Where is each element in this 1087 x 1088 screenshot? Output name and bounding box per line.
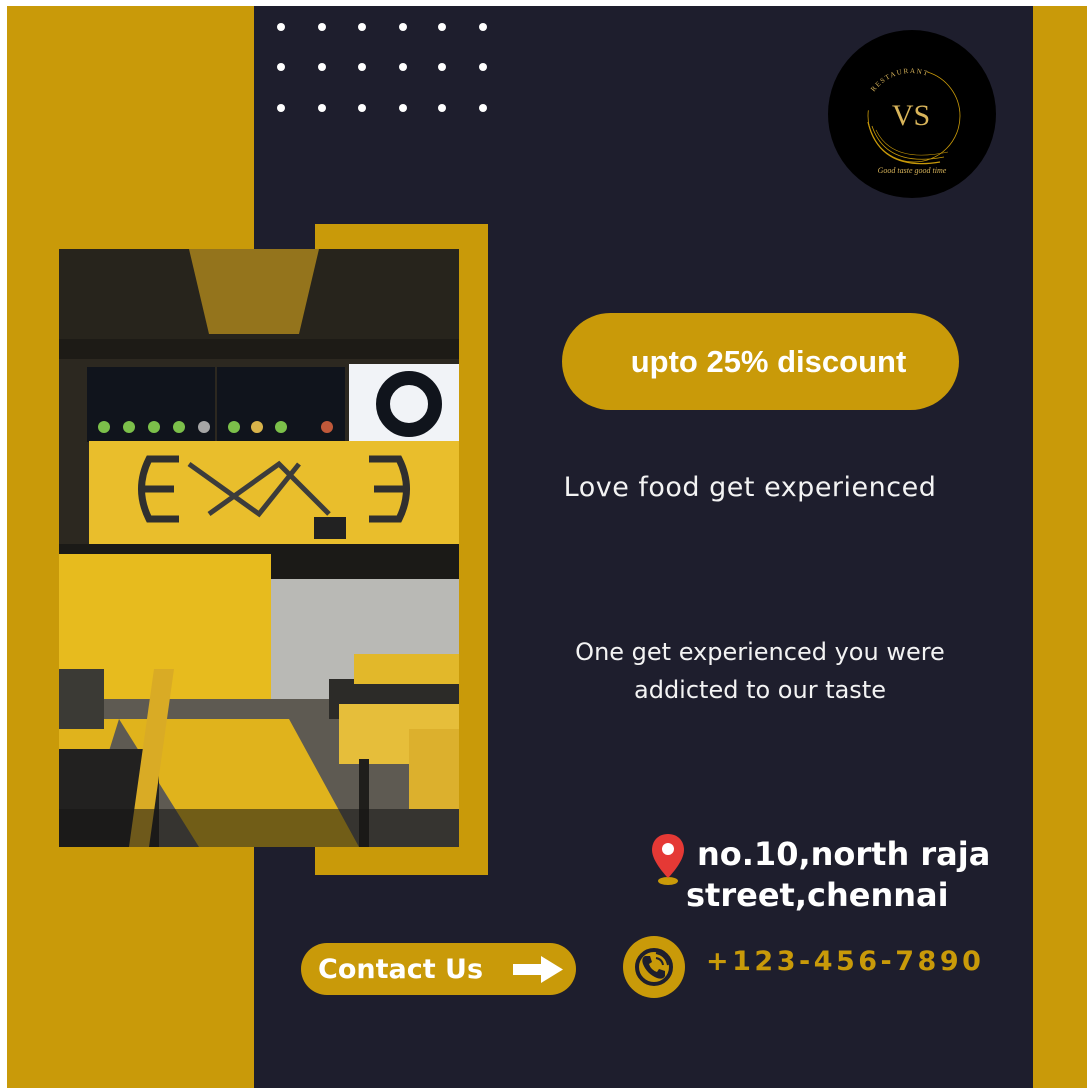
decorative-dot-grid: [272, 18, 502, 118]
poster-canvas: RESTAURANT VS Good taste good time upto …: [0, 0, 1087, 1088]
logo-emblem-icon: RESTAURANT VS Good taste good time: [867, 67, 961, 175]
phone-number[interactable]: +123-456-7890: [706, 946, 984, 977]
discount-badge: upto 25% discount: [562, 313, 959, 410]
restaurant-interior-photo: [59, 249, 459, 847]
description-line-2: addicted to our taste: [634, 676, 886, 704]
tagline-text: Love food get experienced: [563, 472, 937, 503]
phone-icon: [635, 948, 673, 986]
svg-text:RESTAURANT: RESTAURANT: [869, 67, 930, 93]
svg-text:Good taste good time: Good taste good time: [878, 166, 947, 175]
contact-us-button[interactable]: Contact Us: [301, 943, 576, 995]
right-gold-strip: [1033, 6, 1087, 1088]
phone-badge[interactable]: [623, 936, 685, 998]
location-pin-icon: [652, 834, 684, 885]
svg-text:VS: VS: [892, 99, 930, 132]
contact-us-label: Contact Us: [318, 953, 484, 985]
description-line-1: One get experienced you were: [575, 638, 945, 666]
address-line-2: street,chennai: [686, 876, 949, 914]
address-line-1: no.10,north raja: [697, 835, 991, 873]
arrow-right-icon: [513, 956, 563, 983]
description-text: One get experienced you were addicted to…: [520, 633, 1000, 709]
restaurant-logo: RESTAURANT VS Good taste good time: [828, 30, 996, 198]
